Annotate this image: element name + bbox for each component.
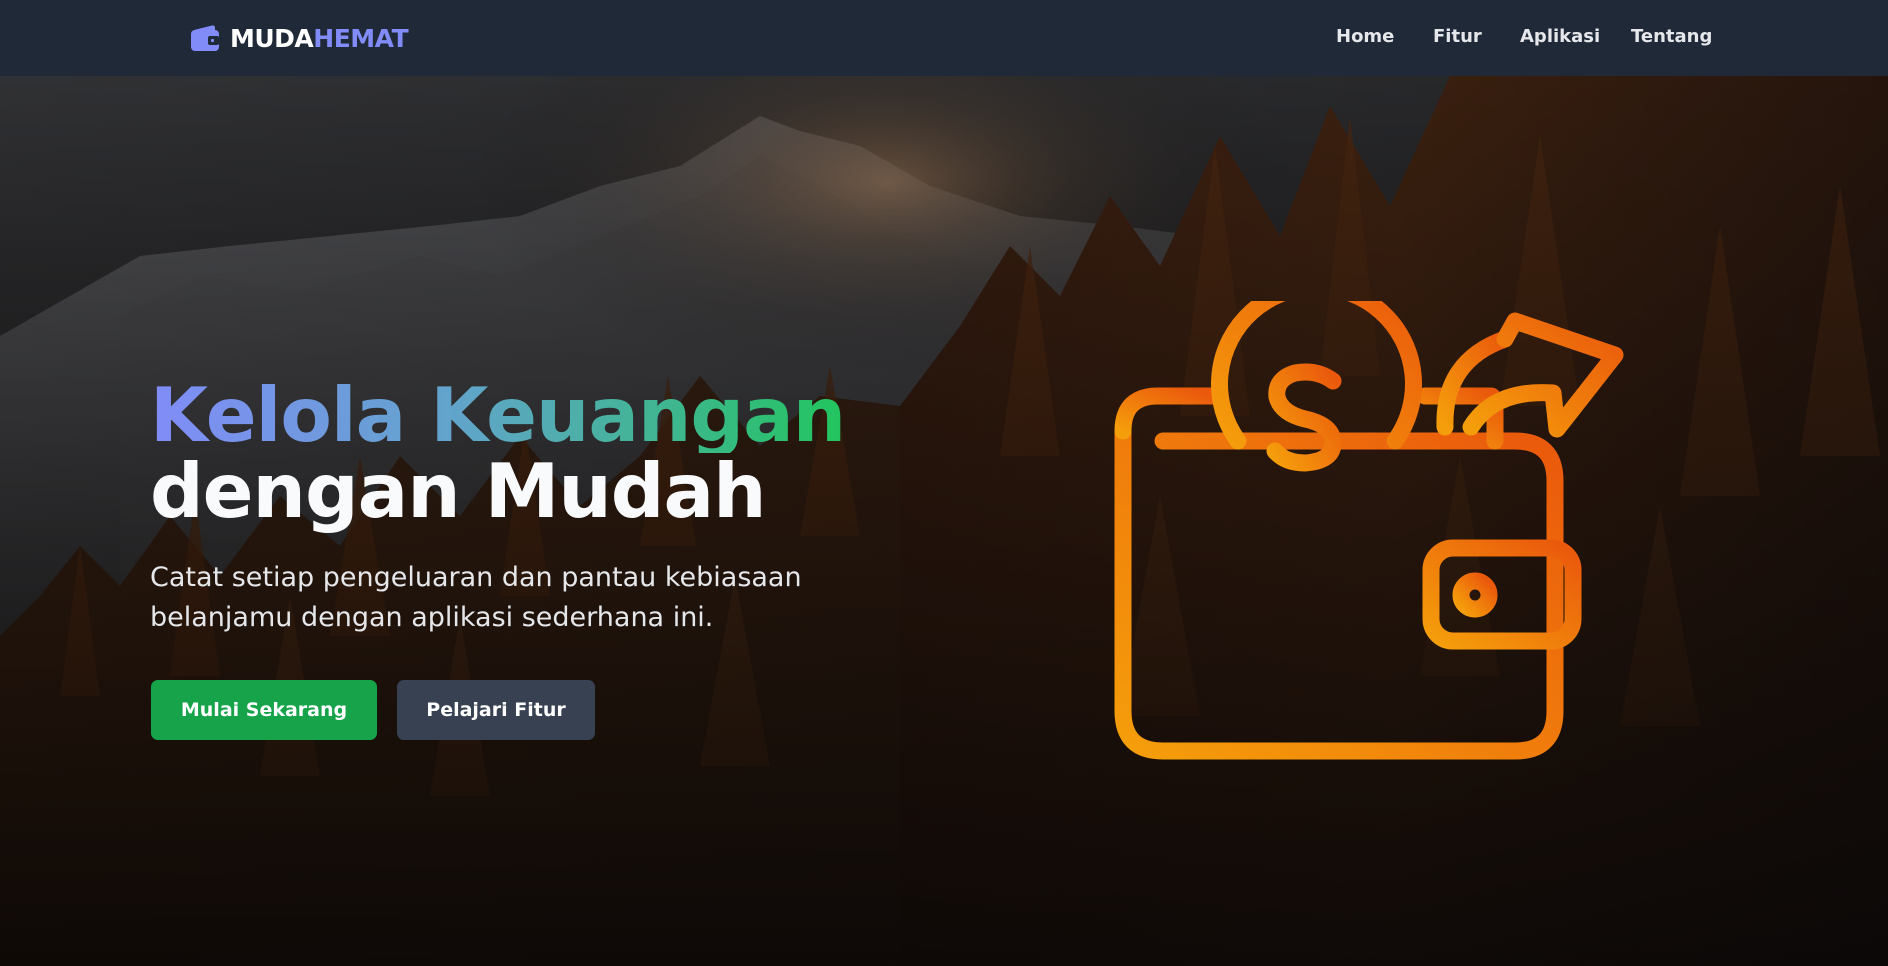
- brand-name-part2: HEMAT: [313, 23, 409, 53]
- nav-link-fitur[interactable]: Fitur: [1433, 26, 1482, 47]
- brand-logo[interactable]: MUDAHEMAT: [190, 20, 409, 56]
- nav-link-tentang[interactable]: Tentang: [1631, 26, 1712, 47]
- nav-link-home[interactable]: Home: [1336, 26, 1394, 47]
- nav-link-aplikasi[interactable]: Aplikasi: [1520, 26, 1600, 47]
- brand-name-part1: MUDA: [230, 23, 314, 53]
- brand-name: MUDAHEMAT: [230, 23, 409, 53]
- wallet-money-growth-icon: [1114, 301, 1624, 760]
- top-navbar: MUDAHEMAT Home Fitur Aplikasi Tentang: [0, 0, 1888, 76]
- hero-title-highlight: Kelola Keuangan: [150, 371, 846, 459]
- wallet-icon: [191, 25, 219, 51]
- hero-subtitle: Catat setiap pengeluaran dan pantau kebi…: [150, 562, 802, 633]
- hero-title: dengan Mudah: [150, 447, 766, 535]
- hero-section: Kelola Keuangan dengan Mudah Catat setia…: [0, 76, 1888, 966]
- start-now-button[interactable]: Mulai Sekarang: [151, 680, 377, 740]
- learn-features-button[interactable]: Pelajari Fitur: [397, 680, 595, 740]
